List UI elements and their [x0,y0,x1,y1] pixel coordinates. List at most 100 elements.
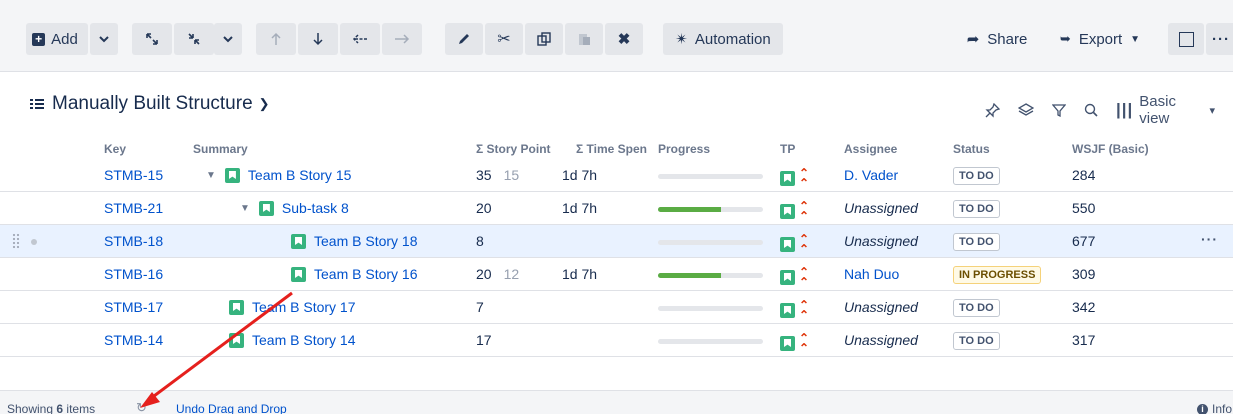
progress-bar [658,174,763,179]
row-story-points: 7 [476,299,484,315]
story-icon [780,269,795,285]
row-summary-text[interactable]: Team B Story 18 [314,233,418,249]
row-key[interactable]: STMB-16 [104,266,163,282]
row-assignee[interactable]: Nah Duo [844,266,899,282]
view-selector[interactable]: ||| Basic view ▾ [1116,93,1215,127]
column-header-progress[interactable]: Progress [658,142,710,156]
table-row[interactable]: STMB-14 Team B Story 14 17 ⌃ ⌃ Unassigned… [0,324,1233,357]
row-assignee[interactable]: Unassigned [844,200,918,216]
expanded-triangle-icon[interactable]: ▼ [206,170,216,181]
row-summary-text[interactable]: Team B Story 14 [252,332,356,348]
row-key[interactable]: STMB-18 [104,233,163,249]
row-assignee[interactable]: Unassigned [844,233,918,249]
row-key[interactable]: STMB-21 [104,200,163,216]
automation-button[interactable]: ✴ Automation [663,23,783,55]
structure-title-button[interactable]: Manually Built Structure ❯ [30,93,270,115]
table-row-selected[interactable]: STMB-18 Team B Story 18 8 ⌃ ⌃ Unassigned … [0,225,1233,258]
expand-button[interactable] [132,23,172,55]
column-header-wsjf[interactable]: WSJF (Basic) [1072,142,1149,156]
remove-button[interactable]: ✖ [605,23,643,55]
row-summary-text[interactable]: Sub-task 8 [282,200,349,216]
column-header-time-spent[interactable]: Σ Time Spen [576,142,648,156]
layers-button[interactable] [1018,102,1034,118]
move-right-button[interactable] [382,23,422,55]
priority-highest-icon: ⌃ ⌃ [799,199,810,223]
row-assignee[interactable]: D. Vader [844,167,898,183]
column-header-tp[interactable]: TP [780,142,795,156]
column-header-assignee[interactable]: Assignee [844,142,897,156]
undo-drag-drop-link[interactable]: Undo Drag and Drop [176,402,287,414]
story-points-value: 7 [476,299,484,315]
add-button[interactable]: + Add [26,23,88,55]
story-points-value: 8 [476,233,484,249]
move-left-button[interactable] [340,23,380,55]
row-wsjf: 342 [1072,299,1096,315]
more-icon: ··· [1212,30,1230,48]
row-summary[interactable]: Team B Story 16 [291,266,418,282]
cut-button[interactable]: ✂ [485,23,523,55]
status-badge[interactable]: TO DO [953,233,1000,251]
info-button[interactable]: i Info [1197,402,1232,414]
row-summary[interactable]: Team B Story 17 [229,299,356,315]
refresh-icon[interactable]: ↻ [136,400,147,414]
table-row[interactable]: STMB-21 ▼ Sub-task 8 20 1d 7h ⌃ ⌃ Unassig… [0,192,1233,225]
table-row[interactable]: STMB-17 Team B Story 17 7 ⌃ ⌃ Unassigned … [0,291,1233,324]
status-badge[interactable]: IN PROGRESS [953,266,1042,284]
row-key[interactable]: STMB-14 [104,332,163,348]
panel-toggle-button[interactable] [1168,23,1204,55]
row-summary[interactable]: ▼ Sub-task 8 [240,200,349,216]
story-icon [780,203,795,219]
row-summary[interactable]: Team B Story 14 [229,332,356,348]
arrow-right-icon [395,34,410,44]
pin-button[interactable] [985,102,1000,118]
column-header-summary[interactable]: Summary [193,142,248,156]
copy-button[interactable] [525,23,563,55]
move-down-button[interactable] [298,23,338,55]
row-key[interactable]: STMB-17 [104,299,163,315]
more-button[interactable]: ··· [1206,23,1233,55]
drag-handle-icon[interactable] [12,233,20,249]
status-badge[interactable]: TO DO [953,200,1000,218]
paste-button[interactable] [565,23,603,55]
story-points-value: 20 [476,200,492,216]
showing-prefix: Showing [7,402,57,414]
subtask-icon [258,200,274,216]
status-badge[interactable]: TO DO [953,299,1000,317]
table-row[interactable]: STMB-15 ▼ Team B Story 15 35 15 1d 7h ⌃ ⌃ … [0,159,1233,192]
story-icon [291,233,306,249]
view-label: Basic view [1139,93,1176,127]
row-key[interactable]: STMB-15 [104,167,163,183]
row-summary-text[interactable]: Team B Story 17 [252,299,356,315]
row-actions-icon[interactable]: ··· [1201,231,1218,247]
status-badge[interactable]: TO DO [953,332,1000,350]
row-summary[interactable]: Team B Story 18 [291,233,418,249]
column-header-key[interactable]: Key [104,142,126,156]
column-header-status[interactable]: Status [953,142,990,156]
filter-button[interactable] [1052,103,1066,117]
scissors-icon: ✂ [497,31,511,48]
row-assignee[interactable]: Unassigned [844,299,918,315]
table-row[interactable]: STMB-16 Team B Story 16 20 12 1d 7h ⌃ ⌃ Na… [0,258,1233,291]
column-header-story-points[interactable]: Σ Story Point [476,142,564,156]
row-wsjf: 317 [1072,332,1096,348]
add-dropdown-button[interactable] [90,23,118,55]
info-label: Info [1212,402,1233,414]
arrow-left-icon [352,34,367,44]
expanded-triangle-icon[interactable]: ▼ [240,203,250,214]
row-assignee[interactable]: Unassigned [844,332,918,348]
edit-button[interactable] [445,23,483,55]
status-badge[interactable]: TO DO [953,167,1000,185]
chevron-down-icon [223,35,233,42]
filter-icon [1052,104,1066,117]
row-summary-text[interactable]: Team B Story 16 [314,266,418,282]
collapse-button[interactable] [174,23,214,55]
row-summary-text[interactable]: Team B Story 15 [248,167,352,183]
row-summary[interactable]: ▼ Team B Story 15 [206,167,351,183]
collapse-dropdown-button[interactable] [214,23,242,55]
move-up-button[interactable] [256,23,296,55]
share-button[interactable]: ➦ Share [964,23,1030,55]
search-button[interactable] [1084,103,1098,117]
row-story-points: 8 [476,233,484,249]
story-icon [780,302,795,318]
export-button[interactable]: ➥ Export ▼ [1055,23,1145,55]
